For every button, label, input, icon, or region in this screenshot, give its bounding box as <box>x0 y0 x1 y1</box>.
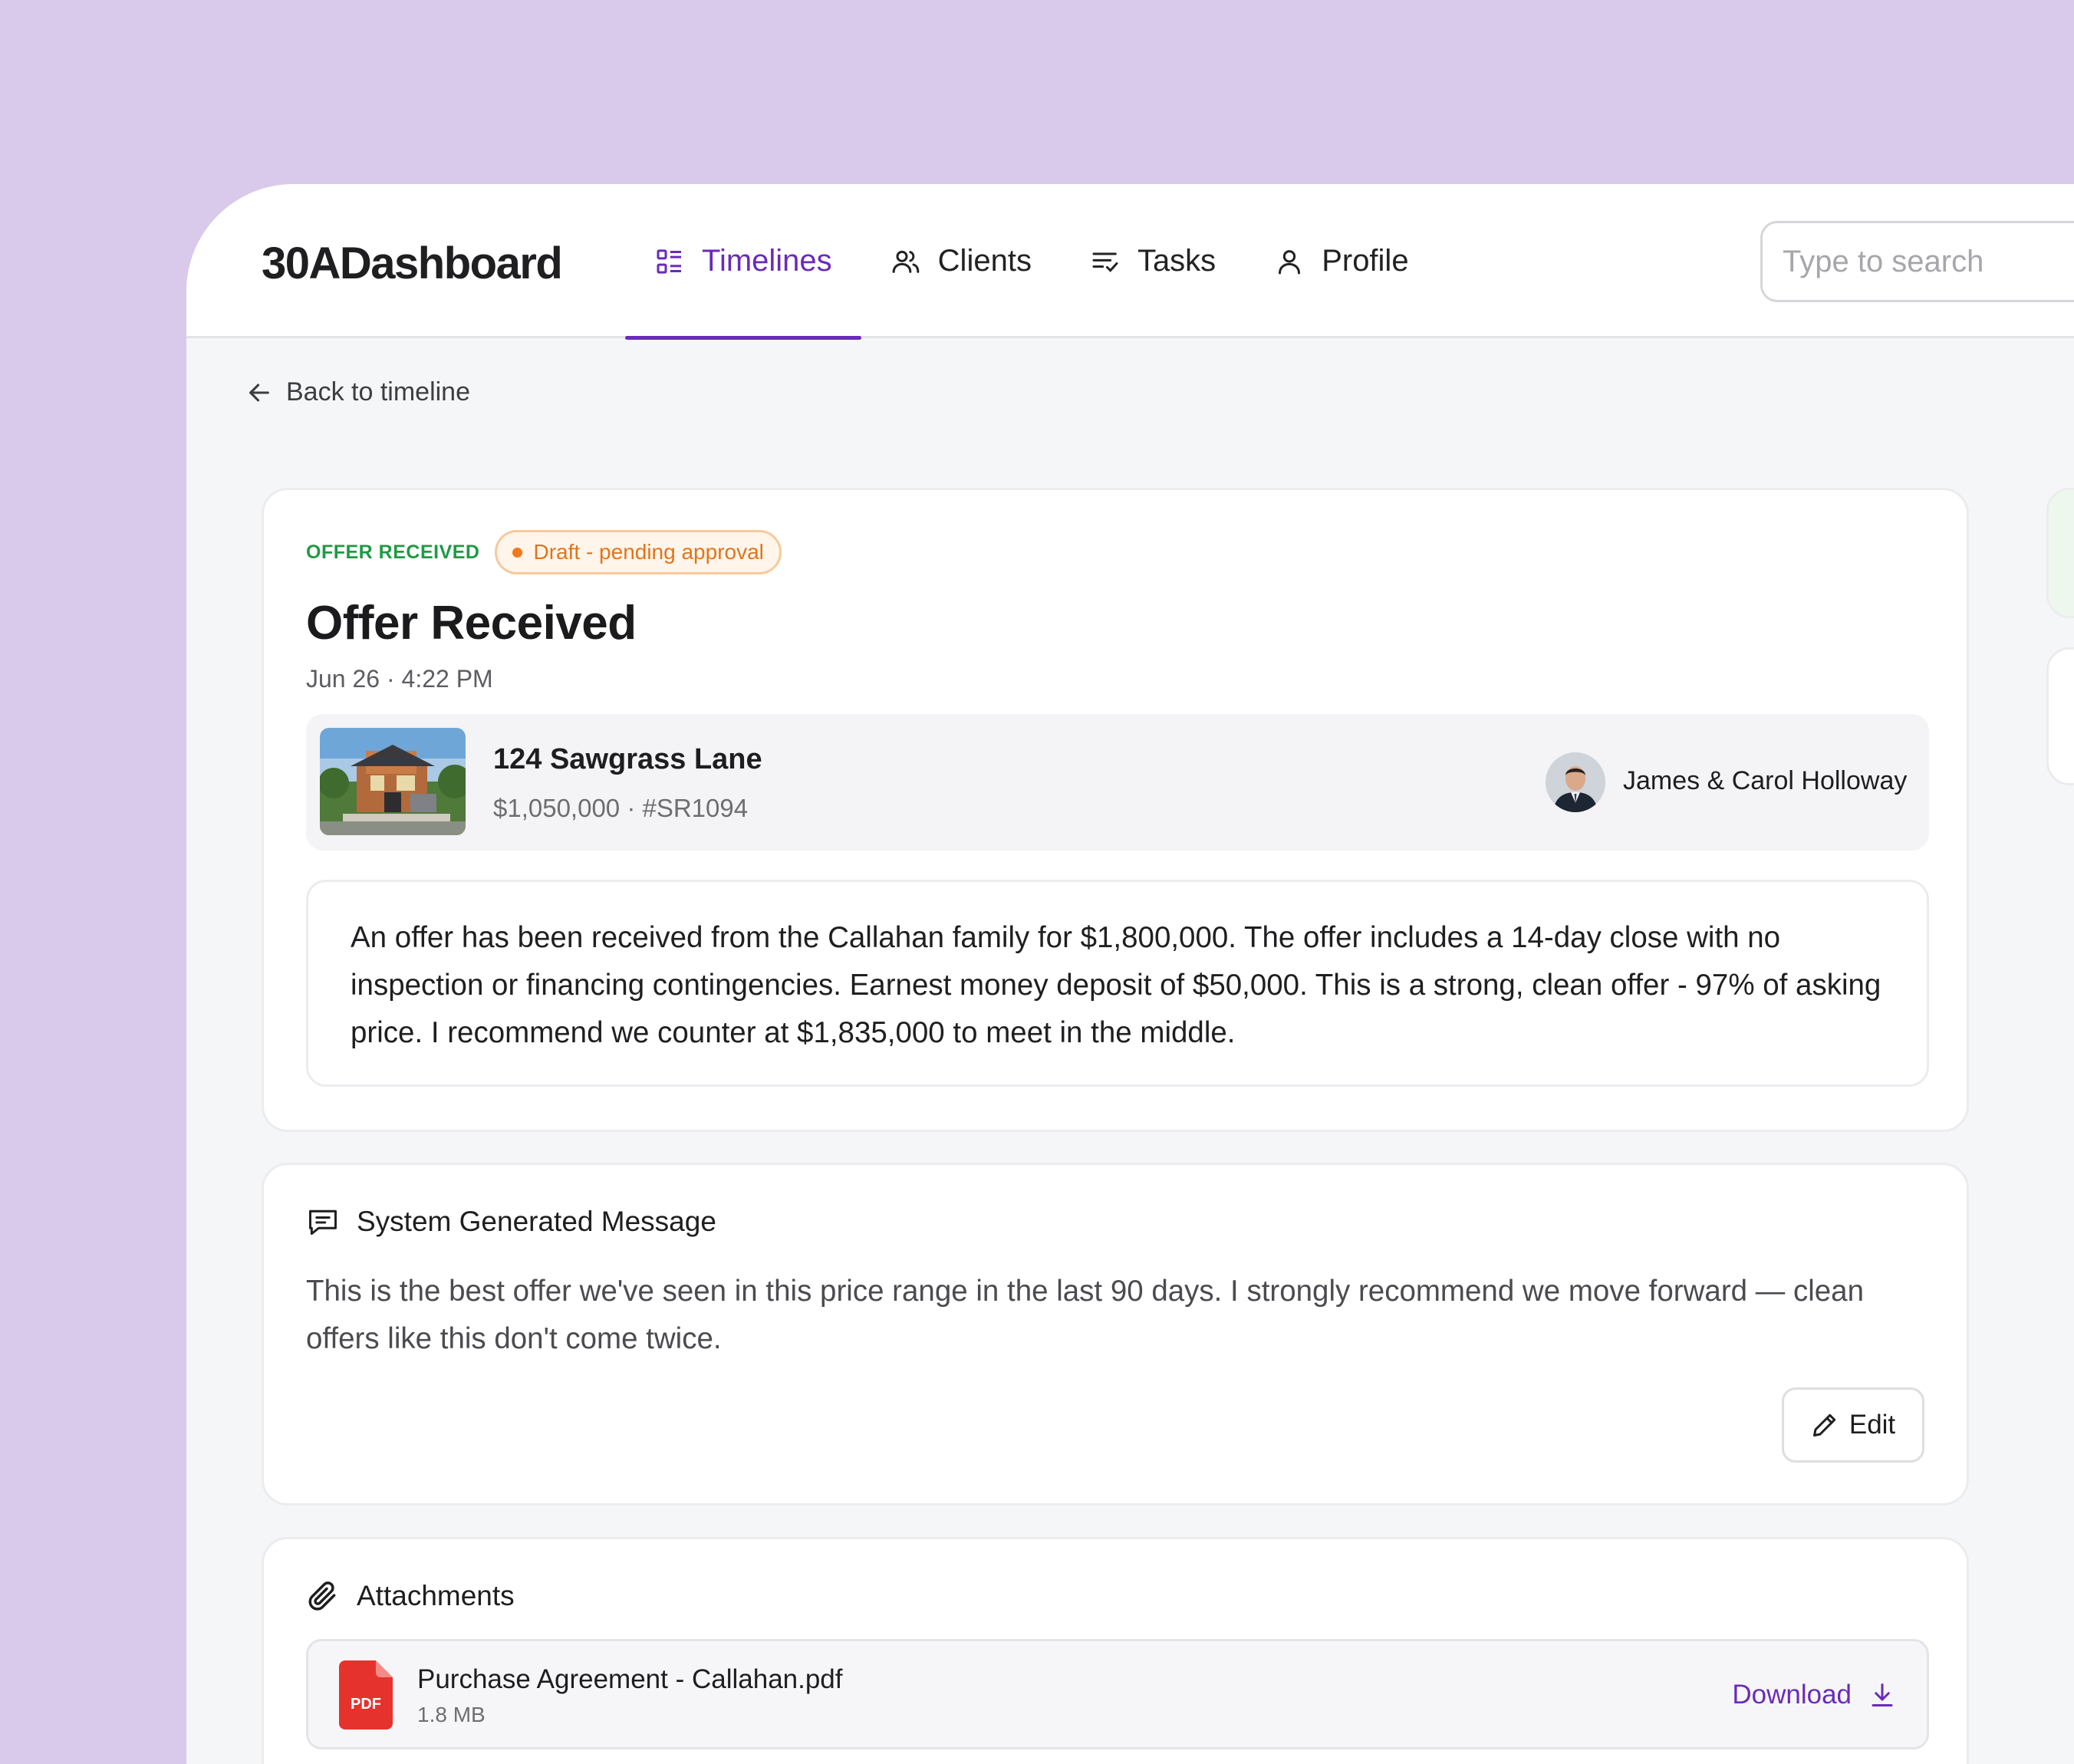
background-frame: 30ADashboard Timelines Clients Tasks Pro… <box>0 0 2074 1764</box>
nav-tab-tasks[interactable]: Tasks <box>1061 184 1245 338</box>
nav-tab-label: Timelines <box>702 244 832 278</box>
chat-square-icon <box>309 1209 337 1236</box>
property-summary[interactable]: 124 Sawgrass Lane $1,050,000 · #SR1094 J… <box>306 714 1929 851</box>
client-name: James & Carol Holloway <box>1623 766 1908 795</box>
section-title: Attachments <box>357 1580 515 1611</box>
grid-list-icon <box>657 248 681 274</box>
main-nav: Timelines Clients Tasks Profile <box>625 184 1438 340</box>
system-message-card: System Generated Message This is the bes… <box>262 1163 1969 1506</box>
download-label: Download <box>1732 1680 1852 1710</box>
status-row: OFFER RECEIVED Draft - pending approval <box>306 530 782 574</box>
attachment-item[interactable]: PDF Purchase Agreement - Callahan.pdf 1.… <box>306 1639 1929 1749</box>
pencil-icon <box>1812 1414 1836 1437</box>
section-title: System Generated Message <box>357 1206 716 1237</box>
top-navigation-bar: 30ADashboard Timelines Clients Tasks Pro… <box>186 184 2074 340</box>
client-avatar <box>1546 752 1605 812</box>
attachment-file-size: 1.8 MB <box>417 1703 486 1726</box>
attachment-file-name: Purchase Agreement - Callahan.pdf <box>417 1664 843 1694</box>
brand-logo[interactable]: 30ADashboard <box>262 238 563 289</box>
download-button[interactable]: Download <box>1732 1680 1896 1710</box>
status-dot-icon <box>512 547 523 558</box>
search-input[interactable] <box>1760 221 2074 302</box>
pdf-file-icon: PDF <box>339 1660 393 1729</box>
pdf-icon-label: PDF <box>351 1696 381 1713</box>
draft-badge-label: Draft - pending approval <box>533 540 764 564</box>
back-link-label: Back to timeline <box>286 377 470 406</box>
adjacent-panel-edge <box>2046 647 2074 785</box>
nav-tab-clients[interactable]: Clients <box>861 184 1061 338</box>
property-photo <box>320 728 466 835</box>
attachments-card: Attachments PDF Purchase Agreement - Cal… <box>262 1537 1969 1764</box>
nav-tab-label: Profile <box>1322 244 1409 278</box>
back-to-timeline-link[interactable]: Back to timeline <box>246 377 470 407</box>
paperclip-icon <box>308 1581 336 1611</box>
nav-tab-label: Clients <box>937 244 1032 278</box>
users-icon <box>892 250 920 273</box>
nav-tab-timelines[interactable]: Timelines <box>625 184 861 340</box>
property-address: 124 Sawgrass Lane <box>493 743 762 775</box>
arrow-left-icon <box>249 383 269 401</box>
checklist-icon <box>1092 252 1118 272</box>
house-photo-icon <box>320 728 466 835</box>
offer-card: OFFER RECEIVED Draft - pending approval … <box>262 488 1969 1132</box>
adjacent-panel-edge <box>2046 488 2074 618</box>
user-icon <box>1279 249 1301 274</box>
offer-timestamp: Jun 26 · 4:22 PM <box>306 665 493 693</box>
status-label: OFFER RECEIVED <box>306 541 480 563</box>
draft-status-badge: Draft - pending approval <box>495 530 782 574</box>
app-window: 30ADashboard Timelines Clients Tasks Pro… <box>186 184 2074 1764</box>
nav-tab-label: Tasks <box>1137 244 1216 278</box>
system-message-text: This is the best offer we've seen in thi… <box>306 1275 1864 1355</box>
property-price-and-id: $1,050,000 · #SR1094 <box>493 794 749 822</box>
download-icon <box>1872 1683 1893 1706</box>
edit-button-label: Edit <box>1848 1410 1896 1440</box>
person-avatar-icon <box>1546 752 1605 812</box>
offer-message-text: An offer has been received from the Call… <box>351 921 1881 1049</box>
attachments-header: Attachments <box>306 1579 515 1613</box>
page-title: Offer Received <box>306 597 637 650</box>
system-message-header: System Generated Message <box>306 1205 716 1239</box>
nav-tab-profile[interactable]: Profile <box>1245 184 1437 338</box>
edit-button[interactable]: Edit <box>1782 1387 1924 1463</box>
offer-message: An offer has been received from the Call… <box>306 880 1929 1087</box>
